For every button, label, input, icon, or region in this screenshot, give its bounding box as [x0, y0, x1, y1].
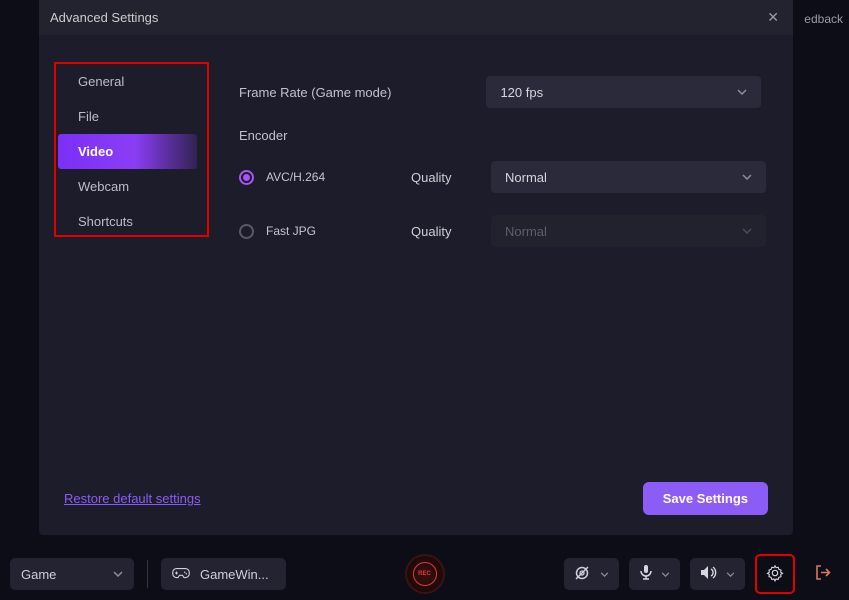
record-button[interactable]: REC — [405, 554, 445, 594]
quality-select-avc[interactable]: Normal — [491, 161, 766, 193]
modal-header: Advanced Settings ✕ — [39, 0, 793, 35]
game-target-select[interactable]: GameWin... — [161, 558, 286, 590]
frame-rate-label: Frame Rate (Game mode) — [239, 85, 391, 100]
chevron-down-icon — [661, 572, 670, 577]
chevron-down-icon — [742, 171, 752, 183]
chevron-down-icon — [726, 572, 735, 577]
modal-footer: Restore default settings Save Settings — [39, 482, 793, 535]
frame-rate-value: 120 fps — [500, 85, 543, 100]
encoder-radio-avc[interactable] — [239, 170, 254, 185]
settings-sidebar: General File Video Webcam Shortcuts — [39, 35, 197, 482]
chevron-down-icon — [600, 572, 609, 577]
sidebar-item-general[interactable]: General — [58, 64, 197, 99]
mode-value: Game — [21, 567, 56, 582]
bottom-toolbar: Game GameWin... REC — [0, 548, 849, 600]
gamepad-icon — [172, 566, 190, 583]
sidebar-item-video[interactable]: Video — [58, 134, 197, 169]
microphone-toggle[interactable] — [629, 558, 680, 590]
sidebar-item-webcam[interactable]: Webcam — [58, 169, 197, 204]
webcam-off-icon — [574, 565, 592, 584]
speaker-icon — [700, 565, 718, 583]
toolbar-divider — [147, 560, 148, 588]
exit-button[interactable] — [805, 557, 839, 591]
encoder-jpg-label: Fast JPG — [266, 224, 381, 238]
quality-select-jpg: Normal — [491, 215, 766, 247]
save-settings-button[interactable]: Save Settings — [643, 482, 768, 515]
exit-icon — [814, 564, 831, 584]
sidebar-item-label: File — [78, 109, 99, 124]
sidebar-item-shortcuts[interactable]: Shortcuts — [58, 204, 197, 239]
restore-defaults-link[interactable]: Restore default settings — [64, 491, 201, 506]
sidebar-item-label: Shortcuts — [78, 214, 133, 229]
quality-label: Quality — [411, 170, 491, 185]
sidebar-item-label: Video — [78, 144, 113, 159]
microphone-icon — [639, 564, 653, 584]
sidebar-item-label: Webcam — [78, 179, 129, 194]
quality-label: Quality — [411, 224, 491, 239]
gear-icon — [766, 564, 784, 585]
settings-content: Frame Rate (Game mode) 120 fps Encoder A… — [197, 35, 793, 482]
close-icon[interactable]: ✕ — [767, 9, 779, 26]
modal-title: Advanced Settings — [50, 10, 158, 25]
sidebar-item-label: General — [78, 74, 124, 89]
rec-icon: REC — [413, 562, 437, 586]
webcam-toggle[interactable] — [564, 558, 619, 590]
advanced-settings-modal: Advanced Settings ✕ General File Video W… — [39, 0, 793, 535]
settings-button[interactable] — [755, 554, 795, 594]
encoder-avc-label: AVC/H.264 — [266, 170, 381, 184]
chevron-down-icon — [742, 225, 752, 237]
rec-label: REC — [418, 571, 431, 577]
chevron-down-icon — [737, 86, 747, 98]
frame-rate-select[interactable]: 120 fps — [486, 76, 761, 108]
chevron-down-icon — [113, 568, 123, 580]
game-target-value: GameWin... — [200, 567, 269, 582]
quality-value: Normal — [505, 170, 547, 185]
quality-value: Normal — [505, 224, 547, 239]
encoder-radio-jpg[interactable] — [239, 224, 254, 239]
speaker-toggle[interactable] — [690, 558, 745, 590]
encoder-section-label: Encoder — [239, 128, 768, 143]
mode-select[interactable]: Game — [10, 558, 134, 590]
sidebar-item-file[interactable]: File — [58, 99, 197, 134]
feedback-link-bg: edback — [804, 12, 843, 26]
